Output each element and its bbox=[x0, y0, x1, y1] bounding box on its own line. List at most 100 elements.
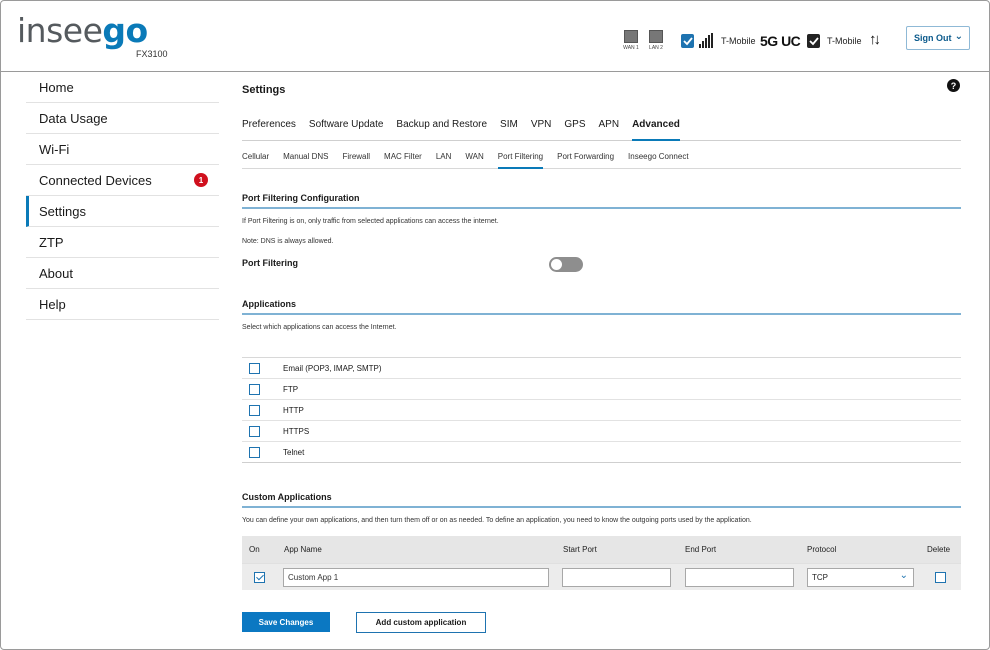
port-filtering-label: Port Filtering bbox=[242, 258, 298, 268]
protocol-value: TCP bbox=[812, 573, 828, 582]
inseego-logo: inseego bbox=[17, 11, 148, 50]
dns-note: Note: DNS is always allowed. bbox=[242, 238, 334, 245]
sidebar-item-home[interactable]: Home bbox=[26, 72, 219, 103]
subtab-port-filtering[interactable]: Port Filtering bbox=[497, 152, 544, 169]
sidebar-item-label: About bbox=[39, 265, 73, 281]
page-title: Settings bbox=[242, 84, 286, 96]
sidebar-item-label: ZTP bbox=[39, 234, 64, 250]
sim2-icon bbox=[807, 34, 820, 48]
sign-out-button[interactable]: Sign Out ⌄ bbox=[906, 26, 970, 50]
lan2-port-icon: LAN 2 bbox=[646, 30, 666, 51]
logo-text-b: go bbox=[102, 11, 148, 50]
subtab-manual-dns[interactable]: Manual DNS bbox=[283, 152, 328, 169]
settings-tabs: Preferences Software Update Backup and R… bbox=[242, 117, 961, 141]
applications-description: Select which applications can access the… bbox=[242, 324, 397, 331]
tab-software-update[interactable]: Software Update bbox=[309, 117, 384, 141]
tab-sim[interactable]: SIM bbox=[500, 117, 518, 141]
sidebar: Home Data Usage Wi-Fi Connected Devices 1… bbox=[26, 72, 219, 320]
row-delete-checkbox[interactable] bbox=[935, 572, 946, 583]
sidebar-item-label: Home bbox=[39, 79, 74, 95]
applications-list: Email (POP3, IMAP, SMTP) FTP HTTP HTTPS … bbox=[242, 357, 961, 463]
network-type: 5G UC bbox=[760, 33, 801, 49]
port-filtering-toggle[interactable] bbox=[549, 257, 583, 272]
table-row: TCP ⌄ bbox=[242, 563, 961, 590]
app-name: Telnet bbox=[283, 447, 305, 457]
sidebar-item-label: Data Usage bbox=[39, 110, 108, 126]
app-name: HTTP bbox=[283, 405, 304, 415]
app-window: inseego FX3100 WAN 1 LAN 2 T-Mobile 5G U… bbox=[0, 0, 990, 650]
end-port-input[interactable] bbox=[685, 568, 794, 587]
carrier1-label: T-Mobile bbox=[721, 36, 756, 46]
sim1-signal-icon bbox=[681, 33, 713, 48]
applications-section-title: Applications bbox=[242, 299, 961, 315]
list-item: HTTPS bbox=[242, 421, 961, 442]
wan1-label: WAN 1 bbox=[623, 45, 639, 51]
subtab-wan[interactable]: WAN bbox=[465, 152, 483, 169]
sidebar-item-label: Connected Devices bbox=[39, 172, 152, 188]
custom-apps-table: On App Name Start Port End Port Protocol… bbox=[242, 536, 961, 590]
tab-vpn[interactable]: VPN bbox=[531, 117, 552, 141]
custom-applications-section-title: Custom Applications bbox=[242, 492, 961, 508]
carrier2-label: T-Mobile bbox=[827, 36, 862, 46]
device-model: FX3100 bbox=[136, 49, 168, 59]
table-header: On App Name Start Port End Port Protocol… bbox=[242, 536, 961, 563]
tab-advanced[interactable]: Advanced bbox=[632, 117, 680, 141]
col-app-name: App Name bbox=[284, 545, 322, 554]
sidebar-item-about[interactable]: About bbox=[26, 258, 219, 289]
port-filtering-description: If Port Filtering is on, only traffic fr… bbox=[242, 218, 499, 225]
tab-apn[interactable]: APN bbox=[599, 117, 620, 141]
sign-out-label: Sign Out bbox=[914, 33, 952, 43]
wan1-port-icon: WAN 1 bbox=[621, 30, 641, 51]
subtab-firewall[interactable]: Firewall bbox=[342, 152, 370, 169]
data-activity-icon: ↑↓ bbox=[869, 31, 881, 48]
subtab-cellular[interactable]: Cellular bbox=[242, 152, 269, 169]
sidebar-item-help[interactable]: Help bbox=[26, 289, 219, 320]
subtab-lan[interactable]: LAN bbox=[436, 152, 452, 169]
sidebar-item-wifi[interactable]: Wi-Fi bbox=[26, 134, 219, 165]
custom-applications-description: You can define your own applications, an… bbox=[242, 517, 752, 524]
col-protocol: Protocol bbox=[807, 545, 837, 554]
list-item: FTP bbox=[242, 379, 961, 400]
app-checkbox-https[interactable] bbox=[249, 425, 260, 437]
col-delete: Delete bbox=[927, 545, 951, 554]
protocol-select[interactable]: TCP ⌄ bbox=[807, 568, 914, 587]
advanced-subtabs: Cellular Manual DNS Firewall MAC Filter … bbox=[242, 152, 961, 169]
subtab-port-forwarding[interactable]: Port Forwarding bbox=[557, 152, 614, 169]
toggle-knob bbox=[551, 259, 562, 270]
logo-text-a: insee bbox=[17, 11, 103, 50]
app-name: Email (POP3, IMAP, SMTP) bbox=[283, 363, 382, 373]
sidebar-item-data-usage[interactable]: Data Usage bbox=[26, 103, 219, 134]
sidebar-item-ztp[interactable]: ZTP bbox=[26, 227, 219, 258]
row-on-checkbox[interactable] bbox=[254, 572, 265, 583]
sidebar-item-label: Wi-Fi bbox=[39, 141, 70, 157]
add-custom-application-button[interactable]: Add custom application bbox=[356, 612, 486, 633]
subtab-inseego-connect[interactable]: Inseego Connect bbox=[628, 152, 689, 169]
chevron-down-icon: ⌄ bbox=[899, 570, 908, 581]
save-changes-button[interactable]: Save Changes bbox=[242, 612, 330, 632]
sidebar-item-label: Help bbox=[39, 296, 66, 312]
app-checkbox-telnet[interactable] bbox=[249, 446, 260, 458]
app-name: FTP bbox=[283, 384, 299, 394]
lan2-label: LAN 2 bbox=[649, 45, 663, 51]
tab-gps[interactable]: GPS bbox=[564, 117, 585, 141]
sidebar-item-label: Settings bbox=[39, 203, 86, 219]
tab-backup-restore[interactable]: Backup and Restore bbox=[396, 117, 487, 141]
col-end-port: End Port bbox=[685, 545, 717, 554]
col-start-port: Start Port bbox=[563, 545, 597, 554]
start-port-input[interactable] bbox=[562, 568, 671, 587]
col-on: On bbox=[249, 545, 260, 554]
help-icon[interactable]: ? bbox=[947, 79, 960, 92]
header: inseego FX3100 WAN 1 LAN 2 T-Mobile 5G U… bbox=[1, 1, 989, 72]
sidebar-item-settings[interactable]: Settings bbox=[26, 196, 219, 227]
tab-preferences[interactable]: Preferences bbox=[242, 117, 296, 141]
app-name: HTTPS bbox=[283, 426, 310, 436]
app-checkbox-ftp[interactable] bbox=[249, 383, 260, 395]
app-checkbox-email[interactable] bbox=[249, 362, 260, 374]
subtab-mac-filter[interactable]: MAC Filter bbox=[384, 152, 422, 169]
app-name-input[interactable] bbox=[283, 568, 549, 587]
list-item: HTTP bbox=[242, 400, 961, 421]
port-filtering-section-title: Port Filtering Configuration bbox=[242, 193, 961, 209]
app-checkbox-http[interactable] bbox=[249, 404, 260, 416]
sidebar-item-connected-devices[interactable]: Connected Devices 1 bbox=[26, 165, 219, 196]
list-item: Email (POP3, IMAP, SMTP) bbox=[242, 358, 961, 379]
